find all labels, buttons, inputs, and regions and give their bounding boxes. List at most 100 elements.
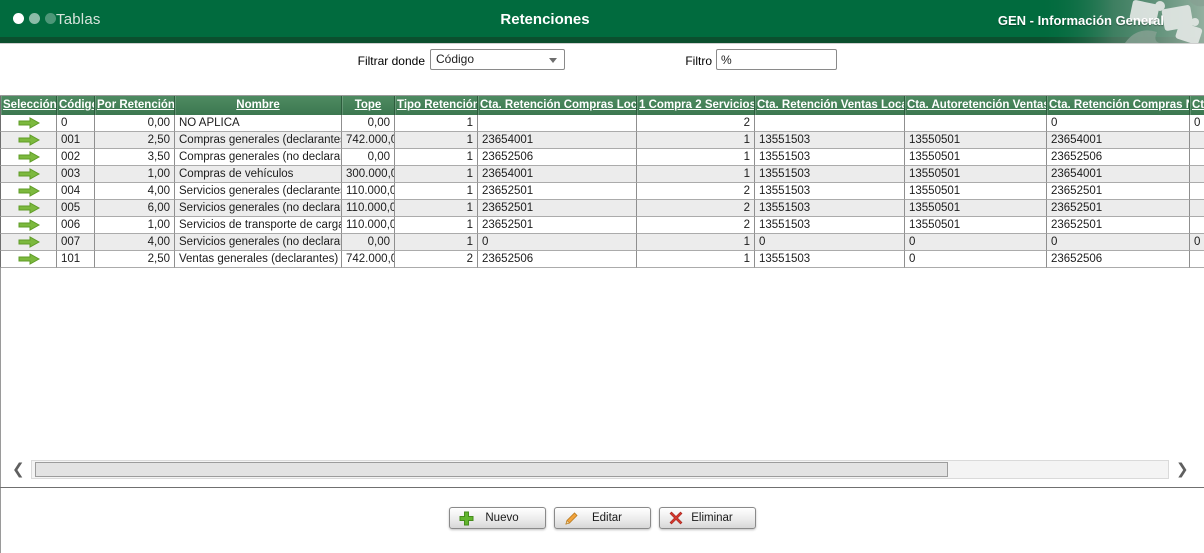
row-select-arrow[interactable] (0, 234, 57, 251)
column-header-tope[interactable]: Tope (342, 96, 395, 115)
cell-cta_retencion_ventas_local: 13551503 (755, 217, 905, 234)
scrollbar-track[interactable] (31, 460, 1169, 479)
new-button[interactable]: Nuevo (448, 507, 546, 529)
column-header-tipo_retencion[interactable]: Tipo Retención (395, 96, 478, 115)
column-header-codigo[interactable]: Código (57, 96, 95, 115)
cell-cta_autoretencion_ventas: 13550501 (905, 166, 1047, 183)
cell-nombre: Servicios generales (declarantes) (175, 183, 342, 200)
filtro-label: Filtro (685, 54, 712, 68)
cell-cta_retencion_compras_local: 23654001 (478, 132, 637, 149)
cell-cta_retencion_ventas_local: 13551503 (755, 200, 905, 217)
arrow-right-icon (18, 151, 40, 163)
cell-cta_retencion_compras_local: 23652501 (478, 200, 637, 217)
row-select-arrow[interactable] (0, 200, 57, 217)
cell-cta_retencion_compras_niif: 23652501 (1047, 183, 1190, 200)
cell-por_retencion: 1,00 (95, 217, 175, 234)
cell-por_retencion: 2,50 (95, 251, 175, 268)
cell-nombre: Compras generales (declarantes) (175, 132, 342, 149)
cell-cta_retencion_compras_niif: 0 (1047, 115, 1190, 132)
column-header-extra[interactable]: Cta. (1190, 96, 1204, 115)
delete-button[interactable]: Eliminar (658, 507, 756, 529)
row-select-arrow[interactable] (0, 132, 57, 149)
cell-compra_servicios: 1 (637, 166, 755, 183)
column-header-por_retencion[interactable]: Por Retención (95, 96, 175, 115)
scroll-left-arrow-icon[interactable]: ❮ (12, 460, 25, 478)
column-header-cta_retencion_compras_niif[interactable]: Cta. Retención Compras Niif (1047, 96, 1190, 115)
cell-tope: 742.000,00 (342, 132, 395, 149)
cell-nombre: Compras generales (no declarantes) (175, 149, 342, 166)
cell-extra (1190, 149, 1204, 166)
cell-tipo_retencion: 1 (395, 132, 478, 149)
table-row: 006 1,00 Servicios de transporte de carga 1… (0, 217, 1204, 234)
cell-tipo_retencion: 1 (395, 149, 478, 166)
cell-cta_retencion_ventas_local: 13551503 (755, 251, 905, 268)
cell-por_retencion: 1,00 (95, 166, 175, 183)
arrow-right-icon (18, 134, 40, 146)
scroll-right-arrow-icon[interactable]: ❯ (1176, 460, 1189, 478)
x-icon (669, 511, 682, 525)
divider (0, 487, 1204, 488)
cell-cta_autoretencion_ventas: 13550501 (905, 149, 1047, 166)
cell-codigo: 006 (57, 217, 95, 234)
cell-cta_autoretencion_ventas (905, 115, 1047, 132)
horizontal-scrollbar: ❮ ❯ (0, 459, 1204, 482)
cell-tope: 0,00 (342, 115, 395, 132)
cell-extra (1190, 132, 1204, 149)
cell-tope: 110.000,00 (342, 217, 395, 234)
cell-compra_servicios: 2 (637, 200, 755, 217)
app-window: Tablas Retenciones GEN - Información Gen… (0, 0, 1204, 553)
cell-codigo: 001 (57, 132, 95, 149)
cell-cta_autoretencion_ventas: 13550501 (905, 132, 1047, 149)
plus-icon (459, 511, 473, 526)
scrollbar-thumb[interactable] (35, 462, 948, 477)
row-select-arrow[interactable] (0, 166, 57, 183)
cell-compra_servicios: 1 (637, 149, 755, 166)
row-select-arrow[interactable] (0, 217, 57, 234)
cell-cta_retencion_ventas_local: 13551503 (755, 149, 905, 166)
row-select-arrow[interactable] (0, 149, 57, 166)
column-header-compra_servicios[interactable]: 1 Compra 2 Servicios (637, 96, 755, 115)
row-select-arrow[interactable] (0, 183, 57, 200)
cell-cta_autoretencion_ventas: 13550501 (905, 217, 1047, 234)
column-header-seleccion[interactable]: Selección (0, 96, 57, 115)
cell-tope: 300.000,00 (342, 166, 395, 183)
column-header-cta_retencion_compras_local[interactable]: Cta. Retención Compras Local (478, 96, 637, 115)
arrow-right-icon (18, 253, 40, 265)
chevron-down-icon (549, 58, 557, 63)
page-title: Retenciones (500, 11, 590, 28)
pencil-icon (564, 512, 578, 525)
arrow-right-icon (18, 202, 40, 214)
cell-cta_retencion_ventas_local (755, 115, 905, 132)
cell-por_retencion: 2,50 (95, 132, 175, 149)
cell-cta_retencion_ventas_local: 13551503 (755, 166, 905, 183)
cell-extra (1190, 200, 1204, 217)
cell-extra (1190, 166, 1204, 183)
cell-tope: 742.000,00 (342, 251, 395, 268)
cell-cta_retencion_compras_niif: 23652506 (1047, 149, 1190, 166)
filter-bar: Filtrar donde Código Filtro (0, 44, 1204, 95)
row-select-arrow[interactable] (0, 251, 57, 268)
column-header-cta_retencion_ventas_local[interactable]: Cta. Retención Ventas Local (755, 96, 905, 115)
cell-compra_servicios: 2 (637, 115, 755, 132)
column-header-nombre[interactable]: Nombre (175, 96, 342, 115)
filtro-input[interactable] (716, 49, 837, 70)
cell-cta_retencion_ventas_local: 13551503 (755, 183, 905, 200)
cell-extra (1190, 183, 1204, 200)
cell-por_retencion: 3,50 (95, 149, 175, 166)
edit-button[interactable]: Editar (553, 507, 651, 529)
cell-tipo_retencion: 1 (395, 200, 478, 217)
row-select-arrow[interactable] (0, 115, 57, 132)
cell-tipo_retencion: 1 (395, 234, 478, 251)
cell-compra_servicios: 2 (637, 217, 755, 234)
cell-por_retencion: 6,00 (95, 200, 175, 217)
cell-codigo: 003 (57, 166, 95, 183)
table-row: 101 2,50 Ventas generales (declarantes) 742… (0, 251, 1204, 268)
module-label: GEN - Información General (997, 13, 1164, 28)
column-header-cta_autoretencion_ventas[interactable]: Cta. Autoretención Ventas (905, 96, 1047, 115)
cell-por_retencion: 4,00 (95, 183, 175, 200)
cell-compra_servicios: 2 (637, 183, 755, 200)
filter-where-select[interactable]: Código (430, 49, 565, 70)
cell-cta_retencion_compras_local: 23652506 (478, 149, 637, 166)
cell-codigo: 005 (57, 200, 95, 217)
cell-extra: 0 (1190, 115, 1204, 132)
